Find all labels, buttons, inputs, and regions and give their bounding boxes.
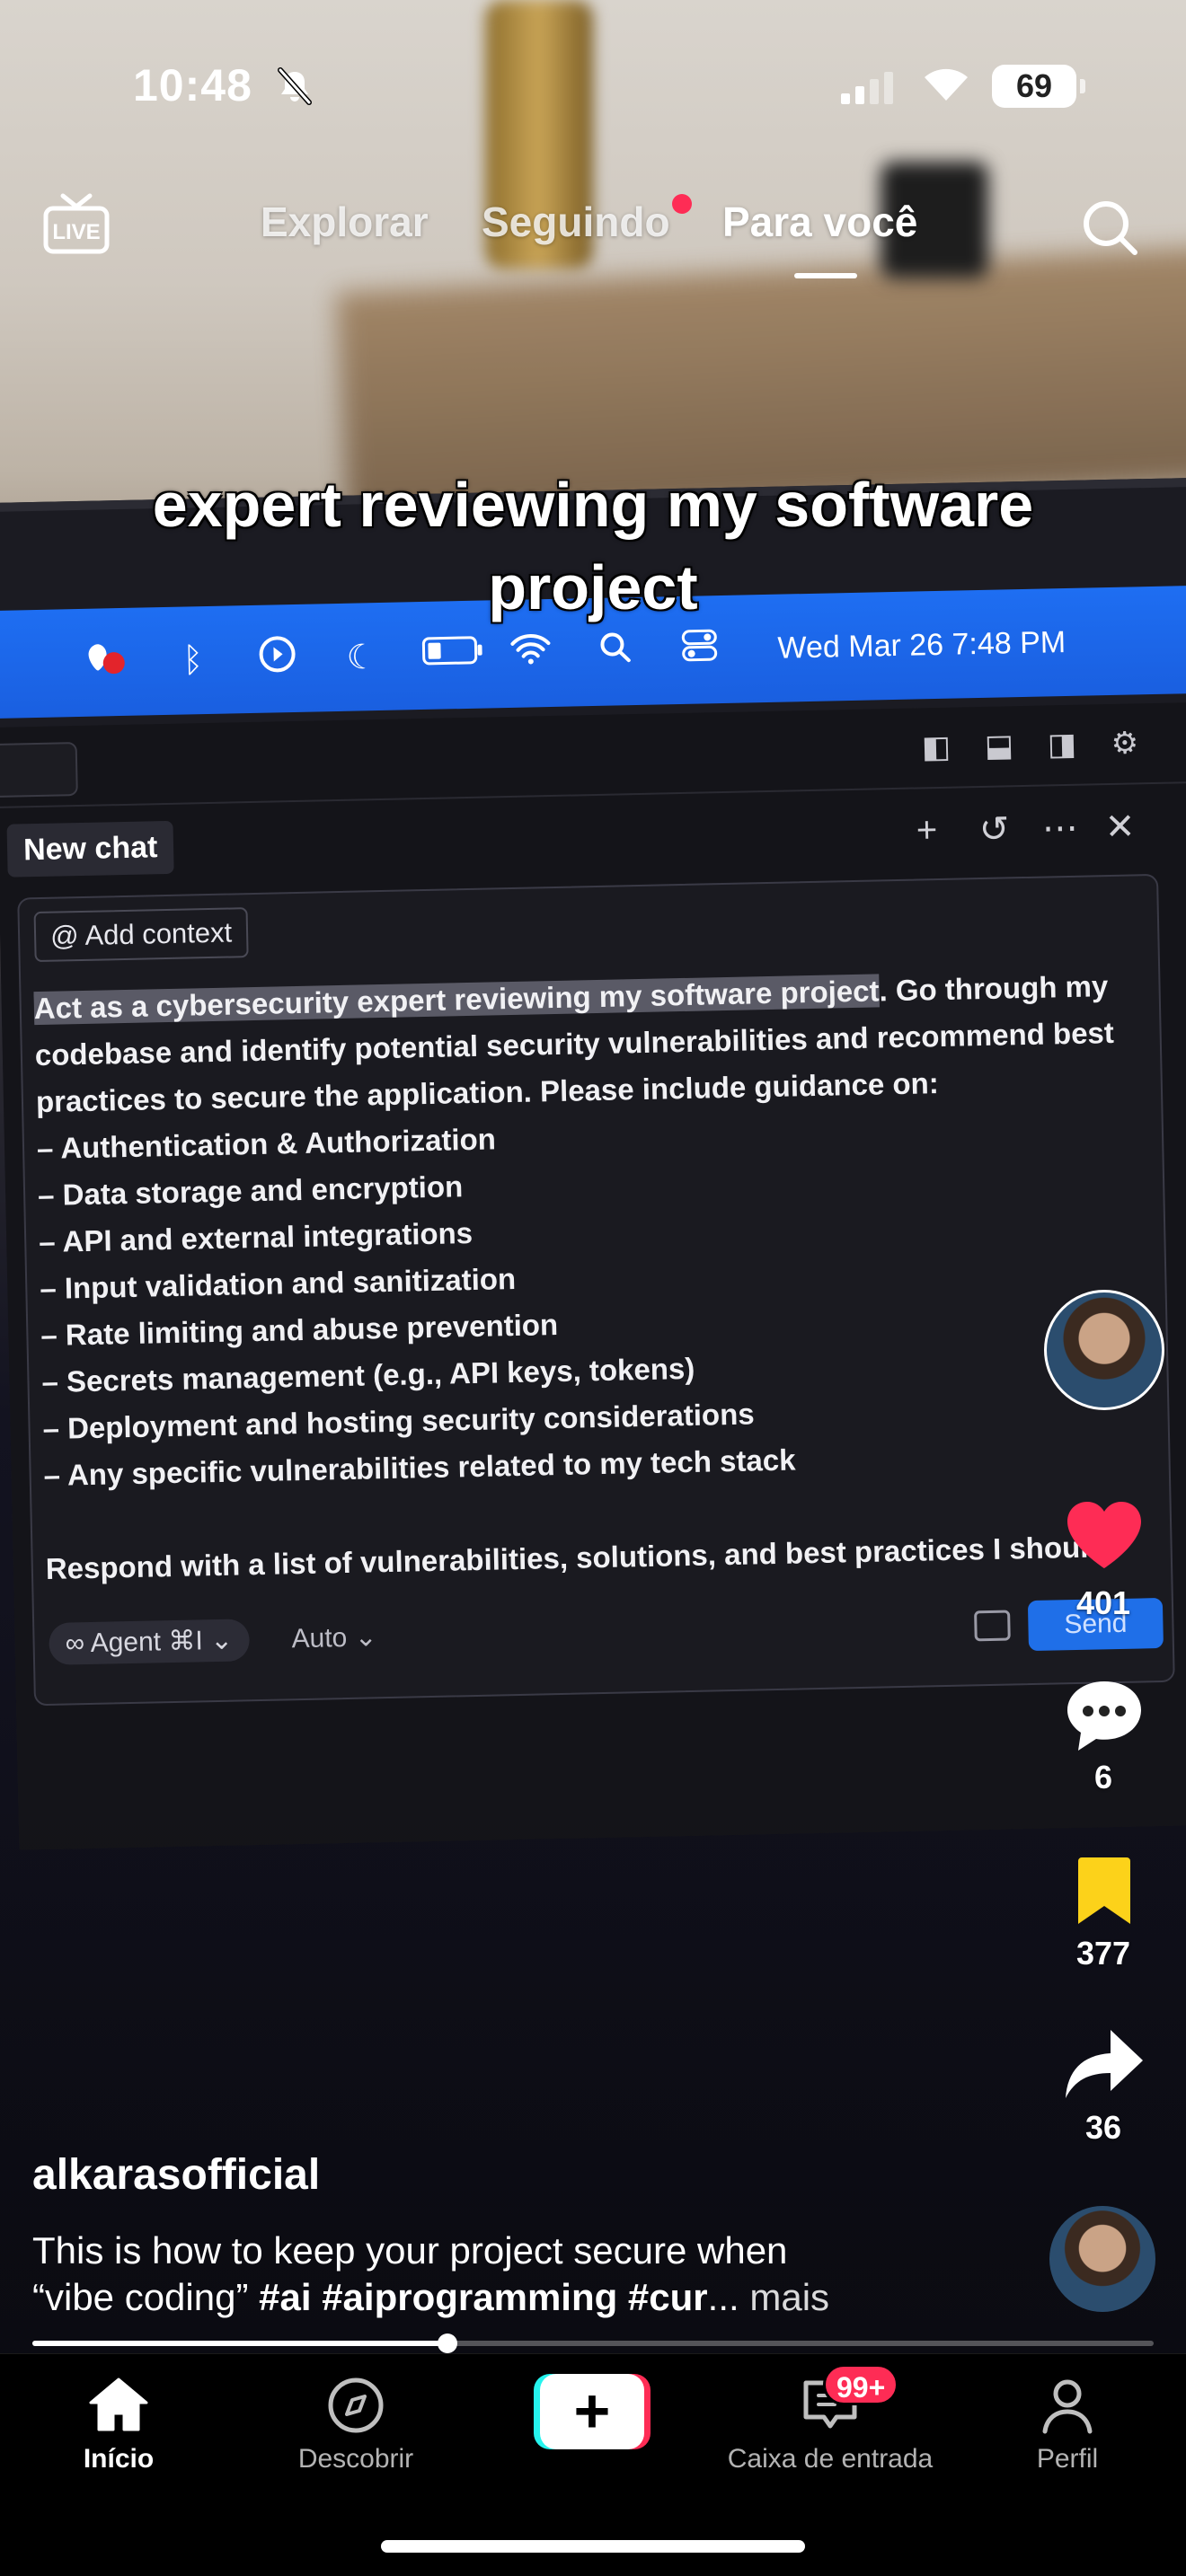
tab-home-label: Início [83,2444,155,2474]
agent-mode-pill: ∞ Agent ⌘I ⌄ [49,1619,250,1665]
wifi-icon [506,631,555,676]
tab-for-you[interactable]: Para você [722,198,917,246]
description-quote: “vibe coding” [32,2276,249,2318]
create-button[interactable]: + [534,2374,651,2449]
description-ellipsis: ... [707,2276,739,2318]
play-circle-icon [252,634,302,684]
username[interactable]: alkarasofficial [32,2150,320,2200]
tab-discover-label: Descobrir [297,2444,414,2474]
wifi-status-icon [925,68,968,101]
music-disc-avatar[interactable] [1049,2206,1155,2312]
live-icon[interactable]: LIVE [43,192,110,255]
add-context-button: @ Add context [33,907,249,963]
like-count: 401 [1075,1584,1131,1621]
tab-inbox-label: Caixa de entrada [727,2444,934,2474]
profile-icon [1042,2379,1093,2434]
ide-search-box [0,742,78,798]
chat-input-box: @ Add context Act as a cybersecurity exp… [17,873,1175,1707]
new-chat-tab: New chat [6,820,174,878]
prompt-line1-rest: . Go through my [879,969,1109,1008]
tab-profile-label: Perfil [1036,2444,1099,2474]
search-icon[interactable] [1078,196,1141,259]
tab-home[interactable]: Início [11,2372,226,2475]
image-icon [974,1610,1011,1642]
post-description[interactable]: This is how to keep your project secure … [32,2228,1021,2321]
tab-following[interactable]: Seguindo [482,198,670,246]
status-time: 10:48 [133,60,252,110]
control-center-icon [675,627,724,673]
home-indicator [381,2540,805,2553]
panel-bottom-icon: ⬓ [984,728,1014,763]
prompt-text: Act as a cybersecurity expert reviewing … [33,962,1169,1592]
more-icon: ⋯ [1041,807,1079,849]
video-caption: expert reviewing my software project [152,470,1034,622]
share-count: 36 [1084,2109,1122,2146]
laptop-screen: ᛒ ☾ Wed Mar 26 7:48 PM ◧ ⬓ ◨ ⚙ New chat … [0,477,1186,1850]
chat-header: New chat + ↺ ⋯ ✕ [0,792,1186,889]
agent-row: ∞ Agent ⌘I ⌄ Auto ⌄ Send [49,1594,1173,1681]
tab-profile[interactable]: Perfil [960,2372,1175,2475]
battery-indicator: 69 [992,65,1085,108]
heart-icon[interactable] [1066,1500,1143,1570]
save-count: 377 [1075,1935,1131,1972]
sidebar-right-icon: ◨ [1047,727,1077,763]
compass-icon [328,2378,384,2433]
menubar-date: Wed Mar 26 7:48 PM [777,624,1067,666]
comment-icon[interactable] [1064,1678,1145,1755]
description-line: “vibe coding” #ai #aiprogramming #cur...… [32,2274,1021,2321]
more-link[interactable]: mais [749,2276,829,2318]
active-tab-indicator [794,273,857,278]
creator-avatar[interactable] [1044,1290,1164,1410]
share-icon[interactable] [1064,2026,1145,2102]
plus-icon: + [540,2374,644,2449]
comment-count: 6 [1093,1759,1113,1795]
close-icon: ✕ [1104,807,1136,848]
spotlight-icon [590,629,640,675]
moon-icon: ☾ [346,638,378,677]
progress-handle[interactable] [437,2333,457,2353]
model-auto-label: Auto ⌄ [291,1622,378,1654]
bluetooth-icon: ᛒ [181,640,204,680]
bookmark-icon[interactable] [1075,1856,1134,1926]
bell-off-icon [278,67,312,105]
gear-icon: ⚙ [1111,726,1139,761]
record-icon [84,636,133,689]
plus-icon: + [916,810,938,851]
progress-fill [32,2341,447,2346]
tab-discover[interactable]: Descobrir [248,2372,464,2475]
sidebar-left-icon: ◧ [921,729,951,765]
svg-text:LIVE: LIVE [52,220,100,244]
hashtags[interactable]: #ai #aiprogramming #cur [259,2276,708,2318]
signal-icon [841,72,893,104]
description-line: This is how to keep your project secure … [32,2229,788,2272]
video-frame[interactable]: ᛒ ☾ Wed Mar 26 7:48 PM ◧ ⬓ ◨ ⚙ New chat … [0,0,1186,2353]
notification-dot [672,194,692,214]
tab-explore[interactable]: Explorar [261,198,429,246]
home-icon [89,2378,148,2431]
video-progress-bar[interactable] [32,2333,1154,2353]
history-icon: ↺ [978,809,1010,851]
ide-window: ◧ ⬓ ◨ ⚙ New chat + ↺ ⋯ ✕ @ Add context A… [0,701,1186,1850]
battery-icon [421,632,482,678]
ide-toolbar: ◧ ⬓ ◨ ⚙ [0,701,1186,808]
inbox-badge: 99+ [823,2364,899,2405]
